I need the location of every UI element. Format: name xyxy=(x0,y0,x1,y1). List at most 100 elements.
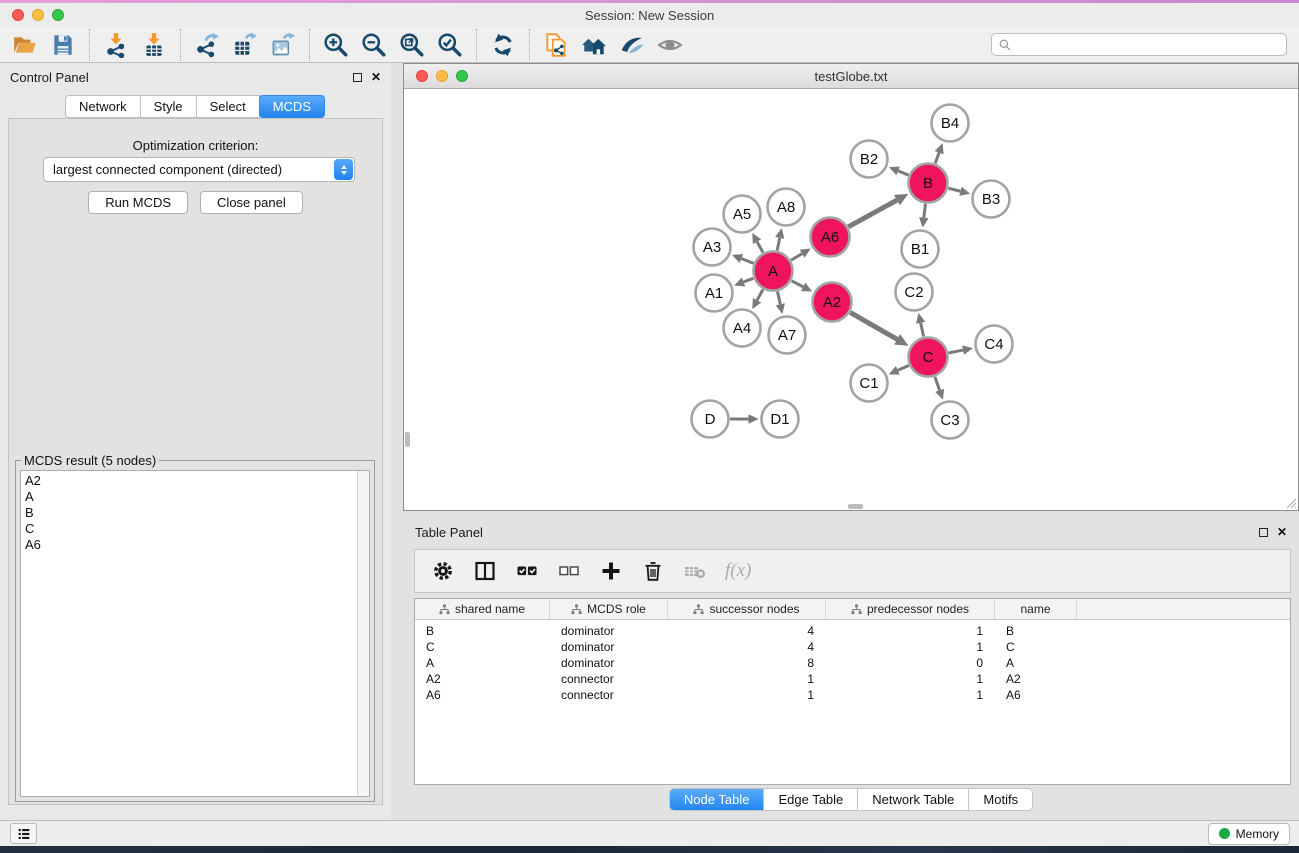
graph-node-C3[interactable]: C3 xyxy=(932,402,969,439)
graph-node-A7[interactable]: A7 xyxy=(769,317,806,354)
export-image-button[interactable] xyxy=(264,29,302,61)
graph-edge-B-B3[interactable] xyxy=(948,188,960,191)
graph-edge-A6-B[interactable] xyxy=(848,200,897,227)
table-cell[interactable]: A6 xyxy=(995,688,1077,702)
table-cell[interactable]: B xyxy=(415,624,550,638)
table-row[interactable]: Bdominator41B xyxy=(415,623,1290,639)
graph-node-A4[interactable]: A4 xyxy=(724,310,761,347)
graph-node-C2[interactable]: C2 xyxy=(896,274,933,311)
table-cell[interactable]: 0 xyxy=(826,656,995,670)
graph-edge-B-B4[interactable] xyxy=(935,153,939,164)
column-header-MCDS-role[interactable]: MCDS role xyxy=(550,599,668,619)
zoom-in-button[interactable] xyxy=(317,29,355,61)
table-cell[interactable]: 1 xyxy=(826,672,995,686)
graph-node-B[interactable]: B xyxy=(909,164,948,203)
network-from-selection-button[interactable] xyxy=(537,29,575,61)
table-cell[interactable]: A6 xyxy=(415,688,550,702)
select-all-button[interactable] xyxy=(511,555,543,587)
graph-edge-A-A7[interactable] xyxy=(777,292,780,305)
result-item[interactable]: B xyxy=(21,505,369,521)
table-close-panel-icon[interactable]: ✕ xyxy=(1277,526,1287,538)
resize-grip-icon[interactable] xyxy=(1283,495,1297,509)
run-mcds-button[interactable]: Run MCDS xyxy=(88,191,188,214)
graph-node-A6[interactable]: A6 xyxy=(811,218,850,257)
table-cell[interactable]: C xyxy=(415,640,550,654)
graph-node-C4[interactable]: C4 xyxy=(976,326,1013,363)
table-cell[interactable]: 1 xyxy=(826,624,995,638)
graph-edge-A-A3[interactable] xyxy=(741,259,753,264)
float-panel-icon[interactable] xyxy=(353,73,362,82)
graph-edge-A-A6[interactable] xyxy=(791,254,802,261)
tab-select[interactable]: Select xyxy=(196,95,260,118)
close-panel-button[interactable]: Close panel xyxy=(200,191,303,214)
column-header-successor-nodes[interactable]: successor nodes xyxy=(668,599,826,619)
graph-node-C1[interactable]: C1 xyxy=(851,365,888,402)
graph-edge-A-A2[interactable] xyxy=(792,281,804,287)
graph-node-B3[interactable]: B3 xyxy=(973,181,1010,218)
table-float-panel-icon[interactable] xyxy=(1259,528,1268,537)
graph-edge-C-C4[interactable] xyxy=(949,350,963,353)
open-folder-button[interactable] xyxy=(6,29,44,61)
graph-edge-A2-C[interactable] xyxy=(850,312,897,339)
column-header-name[interactable]: name xyxy=(995,599,1077,619)
table-row[interactable]: A6connector11A6 xyxy=(415,687,1290,703)
search-input[interactable] xyxy=(1012,35,1286,54)
table-cell[interactable]: 1 xyxy=(668,688,826,702)
table-cell[interactable]: dominator xyxy=(550,656,668,670)
graph-node-A8[interactable]: A8 xyxy=(768,189,805,226)
show-hide-details-button[interactable] xyxy=(651,29,689,61)
graph-edge-C-C2[interactable] xyxy=(921,323,924,337)
toggle-graphics-details-button[interactable] xyxy=(613,29,651,61)
optimization-criterion-select[interactable]: largest connected component (directed) xyxy=(43,157,355,182)
refresh-button[interactable] xyxy=(484,29,522,61)
zoom-out-button[interactable] xyxy=(355,29,393,61)
home-button[interactable] xyxy=(575,29,613,61)
graph-edge-B-B1[interactable] xyxy=(924,204,926,218)
tab-network[interactable]: Network xyxy=(65,95,141,118)
network-vertical-scrollbar-thumb[interactable] xyxy=(405,432,410,447)
table-cell[interactable]: 1 xyxy=(826,640,995,654)
table-cell[interactable]: C xyxy=(995,640,1077,654)
columns-button[interactable] xyxy=(469,555,501,587)
result-list-scrollbar[interactable] xyxy=(357,471,369,796)
tab-mcds[interactable]: MCDS xyxy=(259,95,325,118)
add-row-button[interactable] xyxy=(595,555,627,587)
table-cell[interactable]: A xyxy=(415,656,550,670)
table-cell[interactable]: B xyxy=(995,624,1077,638)
table-cell[interactable]: connector xyxy=(550,688,668,702)
graph-node-A3[interactable]: A3 xyxy=(694,229,731,266)
graph-edge-A-A8[interactable] xyxy=(777,238,780,251)
graph-edge-B-B2[interactable] xyxy=(898,171,908,175)
graph-node-A[interactable]: A xyxy=(754,252,793,291)
graph-node-B1[interactable]: B1 xyxy=(902,231,939,268)
export-table-button[interactable] xyxy=(226,29,264,61)
tab-edge-table[interactable]: Edge Table xyxy=(763,789,857,810)
graph-node-D1[interactable]: D1 xyxy=(762,401,799,438)
deselect-all-button[interactable] xyxy=(553,555,585,587)
memory-button[interactable]: Memory xyxy=(1208,823,1290,845)
graph-edge-C-C3[interactable] xyxy=(935,377,940,390)
graph-node-B4[interactable]: B4 xyxy=(932,105,969,142)
tab-motifs[interactable]: Motifs xyxy=(968,789,1032,810)
column-header-shared-name[interactable]: shared name xyxy=(415,599,550,619)
table-cell[interactable]: A xyxy=(995,656,1077,670)
graph-node-A5[interactable]: A5 xyxy=(724,196,761,233)
table-cell[interactable]: 4 xyxy=(668,640,826,654)
table-row[interactable]: Cdominator41C xyxy=(415,639,1290,655)
task-history-button[interactable] xyxy=(10,823,37,844)
zoom-selected-button[interactable] xyxy=(431,29,469,61)
table-cell[interactable]: dominator xyxy=(550,640,668,654)
close-panel-icon[interactable]: ✕ xyxy=(371,71,381,83)
node-table[interactable]: shared nameMCDS rolesuccessor nodesprede… xyxy=(414,598,1291,785)
network-window-titlebar[interactable]: testGlobe.txt xyxy=(404,64,1298,89)
export-network-button[interactable] xyxy=(188,29,226,61)
network-canvas[interactable]: B4B2BB3B1A5A8A6A3AA1C2A4A7A2C4CC1C3DD1 xyxy=(404,89,1298,510)
zoom-fit-button[interactable] xyxy=(393,29,431,61)
search-field[interactable] xyxy=(991,33,1287,56)
table-cell[interactable]: 8 xyxy=(668,656,826,670)
graph-node-A1[interactable]: A1 xyxy=(696,275,733,312)
graph-edge-C-C1[interactable] xyxy=(898,365,909,370)
column-header-predecessor-nodes[interactable]: predecessor nodes xyxy=(826,599,995,619)
table-cell[interactable]: A2 xyxy=(415,672,550,686)
table-cell[interactable]: A2 xyxy=(995,672,1077,686)
